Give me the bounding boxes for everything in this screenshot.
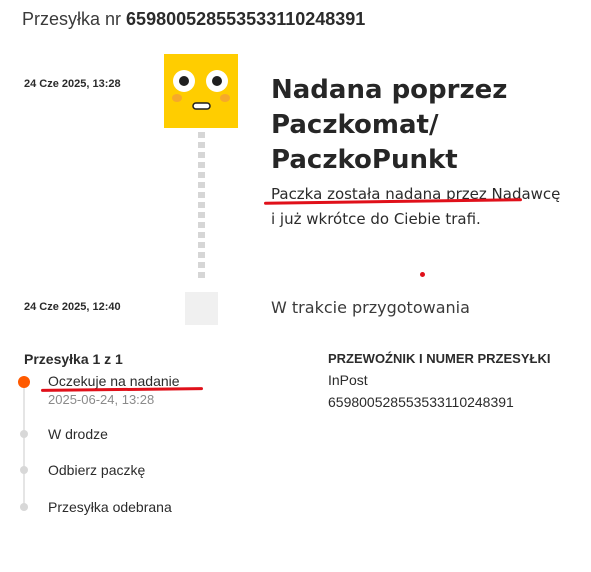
progress-line <box>23 383 25 508</box>
event-title: W trakcie przygotowania <box>271 298 470 317</box>
status-placeholder-icon <box>185 292 218 325</box>
timeline-connector <box>198 132 205 278</box>
page-title: Przesyłka nr 659800528553533110248391 <box>22 9 365 30</box>
carrier-heading: PRZEWOŹNIK I NUMER PRZESYŁKI <box>328 351 551 366</box>
step-label: Odbierz paczkę <box>48 462 146 478</box>
tracking-page: Przesyłka nr 659800528553533110248391 24… <box>0 0 591 572</box>
event-timestamp: 24 Cze 2025, 13:28 <box>24 78 121 90</box>
step-date: 2025-06-24, 13:28 <box>48 392 155 407</box>
title-prefix: Przesyłka nr <box>22 9 122 29</box>
event-title: Nadana poprzez Paczkomat/ PaczkoPunkt <box>271 75 508 175</box>
tracking-number: 659800528553533110248391 <box>126 9 366 29</box>
inpost-mascot-icon <box>164 54 238 128</box>
step-dot-icon <box>20 503 28 511</box>
step-label: Przesyłka odebrana <box>48 499 172 515</box>
carrier-name: InPost <box>328 372 368 388</box>
event-description: Paczka została nadana przez Nadawcę i ju… <box>271 185 561 228</box>
annotation-dot <box>420 272 425 277</box>
step-dot-icon <box>20 466 28 474</box>
step-dot-icon <box>20 430 28 438</box>
step-active-dot-icon <box>18 376 30 388</box>
carrier-tracking-number: 659800528553533110248391 <box>328 394 514 410</box>
event-timestamp: 24 Cze 2025, 12:40 <box>24 301 121 313</box>
shipment-count: Przesyłka 1 z 1 <box>24 351 123 367</box>
step-label: W drodze <box>48 426 108 442</box>
